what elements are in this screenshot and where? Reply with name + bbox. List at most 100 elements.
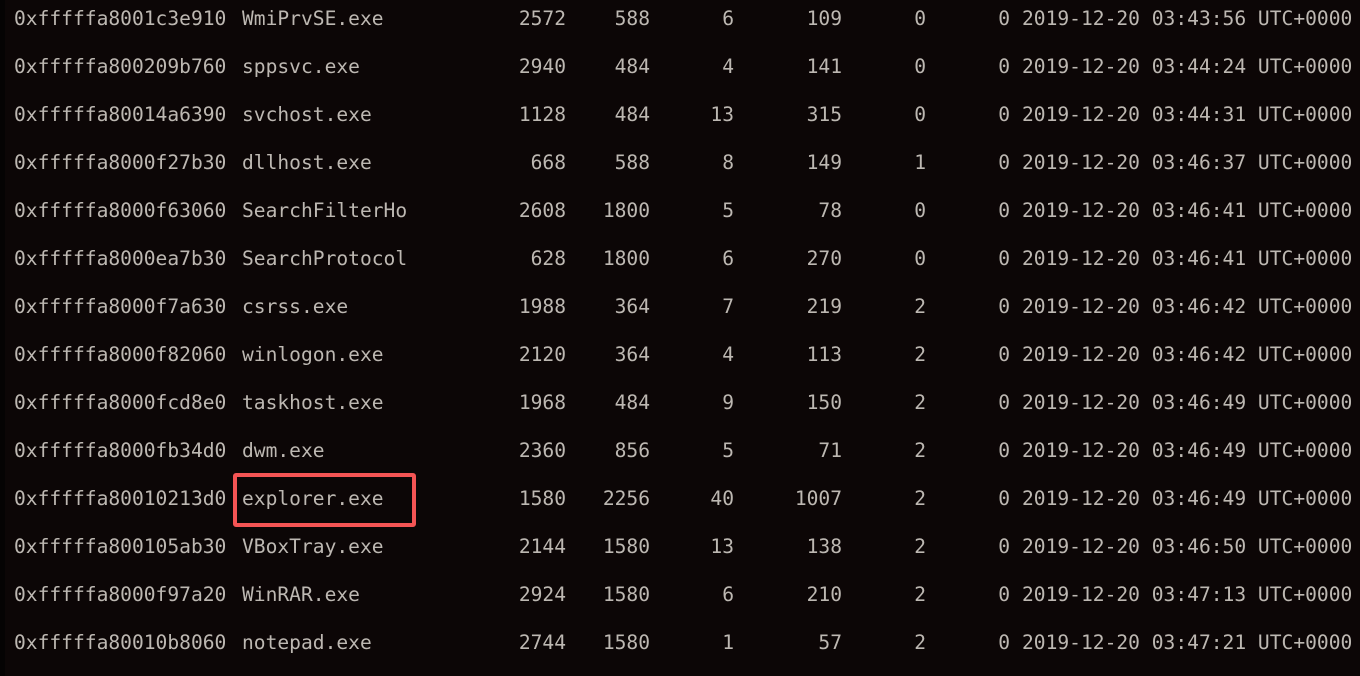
- cell-name: SearchFilterHo: [242, 199, 408, 222]
- cell-ppid: 1580: [602, 535, 650, 558]
- cell-threads: 13: [710, 535, 734, 558]
- cell-session: 2: [914, 295, 926, 318]
- process-row: 0xfffffa8000fcd8e0 taskhost.exe 1968 484 9 15…: [0, 384, 1360, 432]
- cell-handles: 315: [806, 103, 842, 126]
- cell-name: VBoxTray.exe: [242, 535, 384, 558]
- cell-start: 2019-12-20 03:46:49 UTC+0000: [1022, 391, 1353, 414]
- process-row: 0xfffffa80010b8060 notepad.exe 2744 1580 1 57…: [0, 624, 1360, 672]
- cell-handles: 1007: [794, 487, 842, 510]
- cell-threads: 40: [710, 487, 734, 510]
- cell-name: notepad.exe: [242, 631, 372, 654]
- cell-session: 2: [914, 535, 926, 558]
- cell-start: 2019-12-20 03:46:42 UTC+0000: [1022, 295, 1353, 318]
- cell-wow64: 0: [998, 295, 1010, 318]
- cell-wow64: 0: [998, 439, 1010, 462]
- cell-wow64: 0: [998, 343, 1010, 366]
- cell-start: 2019-12-20 03:46:49 UTC+0000: [1022, 487, 1353, 510]
- cell-offset: 0xfffffa8001c3e910: [14, 7, 227, 30]
- cell-session: 0: [914, 55, 926, 78]
- cell-start: 2019-12-20 03:47:21 UTC+0000: [1022, 631, 1353, 654]
- cell-session: 2: [914, 391, 926, 414]
- cell-ppid: 588: [614, 7, 650, 30]
- process-row: 0xfffffa8000f7a630 csrss.exe 1988 364 7 219 2 0…: [0, 288, 1360, 336]
- cell-ppid: 484: [614, 103, 650, 126]
- process-row: 0xfffffa8000f82060 winlogon.exe 2120 364 4 11…: [0, 336, 1360, 384]
- cell-threads: 6: [722, 583, 734, 606]
- cell-pid: 2120: [518, 343, 566, 366]
- cell-pid: 2144: [518, 535, 566, 558]
- cell-name: sppsvc.exe: [242, 55, 360, 78]
- cell-pid: 2924: [518, 583, 566, 606]
- cell-ppid: 1800: [602, 199, 650, 222]
- cell-pid: 1968: [518, 391, 566, 414]
- cell-name: SearchProtocol: [242, 247, 408, 270]
- cell-threads: 6: [722, 7, 734, 30]
- process-row: 0xfffffa8000f97a20 WinRAR.exe 2924 1580 6 210…: [0, 576, 1360, 624]
- cell-threads: 5: [722, 439, 734, 462]
- cell-offset: 0xfffffa8000f7a630: [14, 295, 227, 318]
- cell-offset: 0xfffffa80010213d0: [14, 487, 227, 510]
- cell-threads: 7: [722, 295, 734, 318]
- cell-handles: 71: [818, 439, 842, 462]
- cell-ppid: 1580: [602, 631, 650, 654]
- cell-pid: 668: [530, 151, 566, 174]
- cell-offset: 0xfffffa80010b8060: [14, 631, 227, 654]
- cell-ppid: 484: [614, 55, 650, 78]
- cell-wow64: 0: [998, 247, 1010, 270]
- cell-start: 2019-12-20 03:44:24 UTC+0000: [1022, 55, 1353, 78]
- cell-handles: 149: [806, 151, 842, 174]
- cell-start: 2019-12-20 03:46:50 UTC+0000: [1022, 535, 1353, 558]
- cell-threads: 13: [710, 103, 734, 126]
- cell-threads: 6: [722, 247, 734, 270]
- cell-ppid: 856: [614, 439, 650, 462]
- cell-ppid: 364: [614, 343, 650, 366]
- cell-threads: 9: [722, 391, 734, 414]
- cell-session: 2: [914, 583, 926, 606]
- process-row: 0xfffffa8000f27b30 dllhost.exe 668 588 8 149 1…: [0, 144, 1360, 192]
- cell-offset: 0xfffffa8000f82060: [14, 343, 227, 366]
- cell-threads: 5: [722, 199, 734, 222]
- cell-ppid: 588: [614, 151, 650, 174]
- cell-wow64: 0: [998, 583, 1010, 606]
- cell-session: 0: [914, 103, 926, 126]
- cell-ppid: 1580: [602, 583, 650, 606]
- cell-session: 1: [914, 151, 926, 174]
- cell-wow64: 0: [998, 55, 1010, 78]
- cell-offset: 0xfffffa800209b760: [14, 55, 227, 78]
- cell-start: 2019-12-20 03:46:41 UTC+0000: [1022, 247, 1353, 270]
- cell-ppid: 1800: [602, 247, 650, 270]
- process-row: 0xfffffa8000f63060 SearchFilterHo 2608 1800…: [0, 192, 1360, 240]
- cell-handles: 210: [806, 583, 842, 606]
- cell-threads: 4: [722, 343, 734, 366]
- cell-ppid: 484: [614, 391, 650, 414]
- cell-offset: 0xfffffa8000fb34d0: [14, 439, 227, 462]
- cell-session: 0: [914, 199, 926, 222]
- cell-ppid: 364: [614, 295, 650, 318]
- cell-wow64: 0: [998, 631, 1010, 654]
- cell-pid: 2572: [518, 7, 566, 30]
- cell-start: 2019-12-20 03:46:42 UTC+0000: [1022, 343, 1353, 366]
- cell-wow64: 0: [998, 199, 1010, 222]
- cell-handles: 138: [806, 535, 842, 558]
- cell-name: taskhost.exe: [242, 391, 384, 414]
- cell-threads: 1: [722, 631, 734, 654]
- cell-session: 0: [914, 7, 926, 30]
- cell-wow64: 0: [998, 103, 1010, 126]
- cell-pid: 2744: [518, 631, 566, 654]
- cell-start: 2019-12-20 03:46:49 UTC+0000: [1022, 439, 1353, 462]
- cell-offset: 0xfffffa8000f97a20: [14, 583, 227, 606]
- process-row: 0xfffffa8000fb34d0 dwm.exe 2360 856 5 71 2 0 201…: [0, 432, 1360, 480]
- cell-handles: 219: [806, 295, 842, 318]
- cell-pid: 1580: [518, 487, 566, 510]
- cell-offset: 0xfffffa80014a6390: [14, 103, 227, 126]
- cell-pid: 2360: [518, 439, 566, 462]
- cell-offset: 0xfffffa8000f27b30: [14, 151, 227, 174]
- cell-offset: 0xfffffa8000fcd8e0: [14, 391, 227, 414]
- cell-pid: 1988: [518, 295, 566, 318]
- cell-session: 0: [914, 247, 926, 270]
- cell-pid: 628: [530, 247, 566, 270]
- process-row: 0xfffffa80014a6390 svchost.exe 1128 484 13 31…: [0, 96, 1360, 144]
- cell-name: WinRAR.exe: [242, 583, 360, 606]
- cell-session: 2: [914, 439, 926, 462]
- process-row: 0xfffffa800105ab30 VBoxTray.exe 2144 1580 13…: [0, 528, 1360, 576]
